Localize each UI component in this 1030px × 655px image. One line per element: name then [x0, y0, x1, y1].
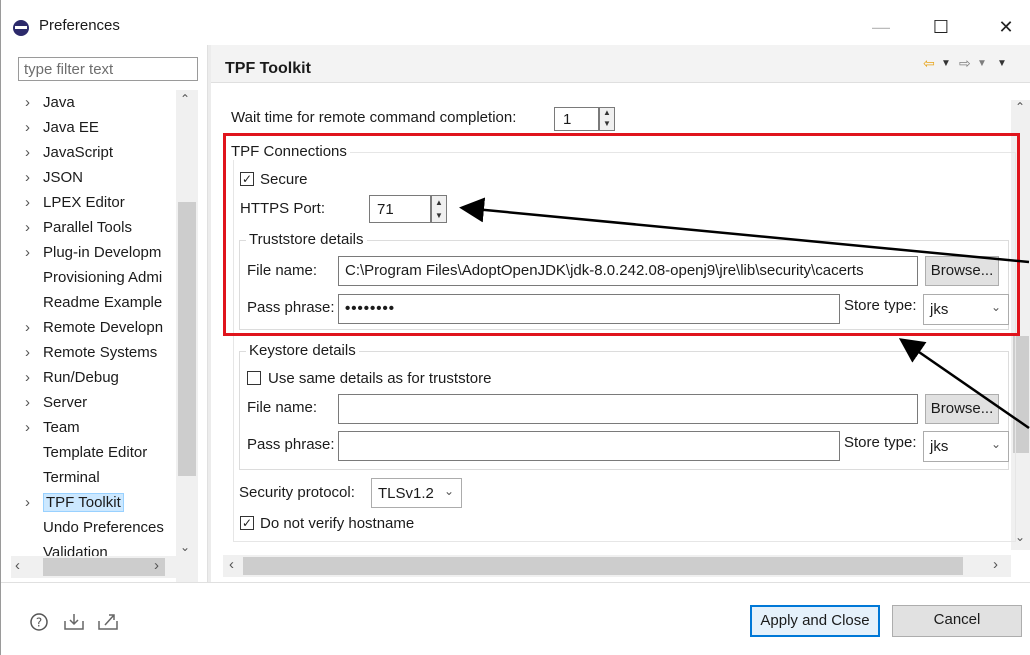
arrow-to-port — [459, 197, 1030, 264]
annotation-arrows — [459, 197, 1030, 430]
footer-divider — [1, 582, 1030, 583]
preferences-window: Preferences — ☐ ✕ ›Java›Java EE›JavaScri… — [0, 0, 1030, 655]
apply-and-close-button[interactable]: Apply and Close — [750, 605, 880, 637]
export-icon[interactable] — [97, 612, 119, 637]
import-icon[interactable] — [63, 612, 85, 637]
cancel-button[interactable]: Cancel — [892, 605, 1022, 637]
svg-text:?: ? — [36, 616, 42, 630]
arrow-to-truststore — [898, 338, 1030, 430]
help-icon[interactable]: ? — [29, 612, 49, 637]
